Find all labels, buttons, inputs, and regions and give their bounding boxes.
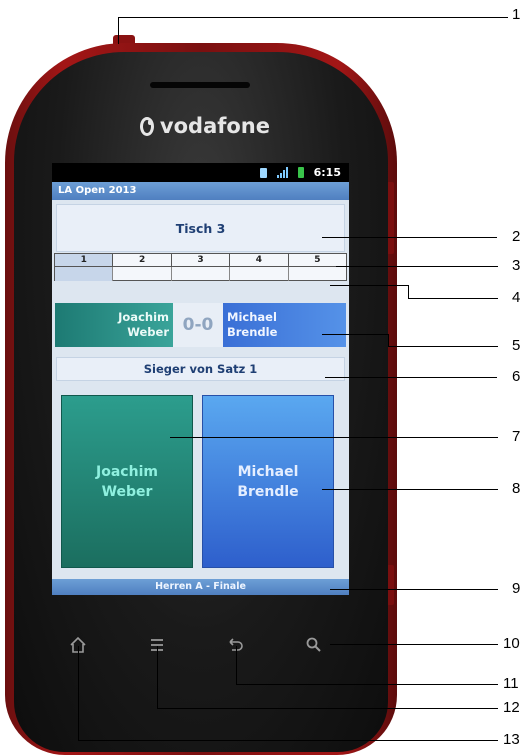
- set-tab-4[interactable]: 4: [230, 254, 289, 267]
- callout-line-1: [118, 17, 508, 18]
- notification-icon: [259, 167, 267, 178]
- scoreboard: Joachim Weber 0-0 Michael Brendle: [55, 303, 346, 347]
- callout-line-10: [330, 644, 498, 645]
- status-bar: 6:15: [52, 163, 349, 182]
- callout-line-13a: [78, 646, 79, 740]
- callout-number-2: 2: [512, 228, 521, 245]
- callout-number-9: 9: [512, 580, 521, 597]
- callout-number-6: 6: [512, 368, 521, 385]
- callout-line-1-drop: [118, 17, 119, 44]
- match-info-footer: Herren A - Finale: [52, 579, 349, 595]
- player1-winner-button[interactable]: Joachim Weber: [61, 395, 193, 568]
- set-score-1: [55, 267, 114, 281]
- callout-line-12a: [157, 646, 158, 708]
- search-icon[interactable]: [303, 634, 325, 656]
- callout-line-9: [330, 589, 498, 590]
- brand-text: vodafone: [159, 114, 270, 138]
- set-tab-2[interactable]: 2: [113, 254, 172, 267]
- set-tab-3[interactable]: 3: [171, 254, 231, 267]
- winner-prompt: Sieger von Satz 1: [56, 357, 345, 381]
- set-score: 0-0: [173, 303, 223, 347]
- callout-line-4a: [330, 285, 408, 286]
- set-tab-1[interactable]: 1: [55, 254, 114, 267]
- callout-line-2: [322, 237, 497, 238]
- callout-number-3: 3: [512, 257, 521, 274]
- player2-button-first: Michael: [237, 463, 299, 480]
- set-score-2: [113, 267, 172, 281]
- callout-number-12: 12: [503, 699, 520, 716]
- earpiece-speaker: [150, 82, 250, 88]
- table-label: Tisch 3: [56, 204, 345, 252]
- vodafone-logo: vodafone: [140, 113, 270, 139]
- battery-icon: [297, 167, 304, 178]
- callout-line-8: [322, 489, 498, 490]
- player1-last-name: Weber: [127, 325, 169, 339]
- callout-number-7: 7: [512, 428, 521, 445]
- callout-number-5: 5: [512, 337, 521, 354]
- vodafone-logo-icon: [140, 116, 154, 136]
- set-overview: 1 2 3 4 5: [54, 253, 347, 281]
- player2-first-name: Michael: [227, 310, 277, 324]
- callout-line-11a: [236, 646, 237, 684]
- callout-number-4: 4: [512, 289, 521, 306]
- player2-winner-button[interactable]: Michael Brendle: [202, 395, 334, 568]
- set-score-5: [289, 267, 346, 281]
- callout-line-13b: [78, 740, 498, 741]
- callout-line-5c: [388, 346, 498, 347]
- player1-button-first: Joachim: [96, 463, 158, 480]
- callout-line-4b: [408, 285, 409, 299]
- set-score-4: [230, 267, 289, 281]
- scoreboard-player2: Michael Brendle: [223, 303, 346, 347]
- phone-screen: 6:15 LA Open 2013 Tisch 3 1 2 3 4 5 Joac…: [52, 163, 349, 595]
- callout-line-11b: [236, 684, 498, 685]
- app-title-bar: LA Open 2013: [52, 182, 349, 200]
- callout-number-13: 13: [503, 731, 520, 748]
- callout-line-7: [170, 437, 498, 438]
- set-score-3: [172, 267, 231, 281]
- back-icon[interactable]: [224, 634, 246, 656]
- callout-line-6: [325, 377, 497, 378]
- player2-last-name: Brendle: [227, 325, 278, 339]
- callout-number-11: 11: [503, 675, 519, 692]
- signal-icon: [276, 167, 288, 178]
- callout-line-5a: [322, 334, 388, 335]
- player1-button-last: Weber: [101, 483, 153, 500]
- scoreboard-player1: Joachim Weber: [55, 303, 173, 347]
- callout-line-3: [336, 266, 498, 267]
- callout-number-10: 10: [503, 635, 520, 652]
- callout-number-8: 8: [512, 480, 521, 497]
- player1-first-name: Joachim: [118, 310, 169, 324]
- player2-button-last: Brendle: [237, 483, 299, 500]
- status-time: 6:15: [313, 166, 341, 179]
- callout-line-4c: [408, 298, 498, 299]
- callout-number-1: 1: [512, 6, 521, 23]
- callout-line-12b: [157, 708, 498, 709]
